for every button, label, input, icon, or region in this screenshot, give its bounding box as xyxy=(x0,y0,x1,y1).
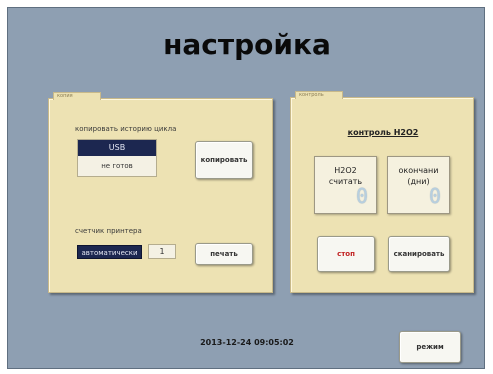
h2o2-count-value: 0 xyxy=(355,184,368,208)
copy-panel: копия копировать историю цикла USB не го… xyxy=(48,92,273,293)
h2o2-count-label-line1: H2O2 xyxy=(334,166,357,175)
usb-status-text: не готов xyxy=(101,162,133,170)
copy-button[interactable]: копировать xyxy=(195,141,253,179)
copy-panel-tab: копия xyxy=(53,92,101,100)
mode-button[interactable]: режим xyxy=(399,331,461,363)
printer-counter-label: счетчик принтера xyxy=(75,227,142,235)
h2o2-count-readout: H2O2 считать 0 xyxy=(314,156,377,214)
print-button[interactable]: печать xyxy=(195,243,253,265)
h2o2-title: контроль H2O2 xyxy=(347,128,419,137)
expiry-label-line1: окончани xyxy=(398,166,439,175)
usb-status-box: USB не готов xyxy=(77,139,157,177)
copy-history-label: копировать историю цикла xyxy=(75,125,177,133)
stop-button[interactable]: стоп xyxy=(317,236,375,272)
page-title: настройка xyxy=(163,28,331,61)
expiry-days-value: 0 xyxy=(428,184,441,208)
counter-value-field[interactable]: 1 xyxy=(148,244,176,259)
usb-label: USB xyxy=(78,140,156,156)
settings-screen: настройка копия копировать историю цикла… xyxy=(7,7,485,369)
h2o2-panel-tab: контроль xyxy=(295,91,343,99)
counter-mode-select[interactable]: автоматически xyxy=(77,245,142,259)
expiry-readout: окончани (дни) 0 xyxy=(387,156,450,214)
scan-button[interactable]: сканировать xyxy=(388,236,450,272)
h2o2-panel: контроль контроль H2O2 H2O2 считать 0 ок… xyxy=(290,91,474,293)
